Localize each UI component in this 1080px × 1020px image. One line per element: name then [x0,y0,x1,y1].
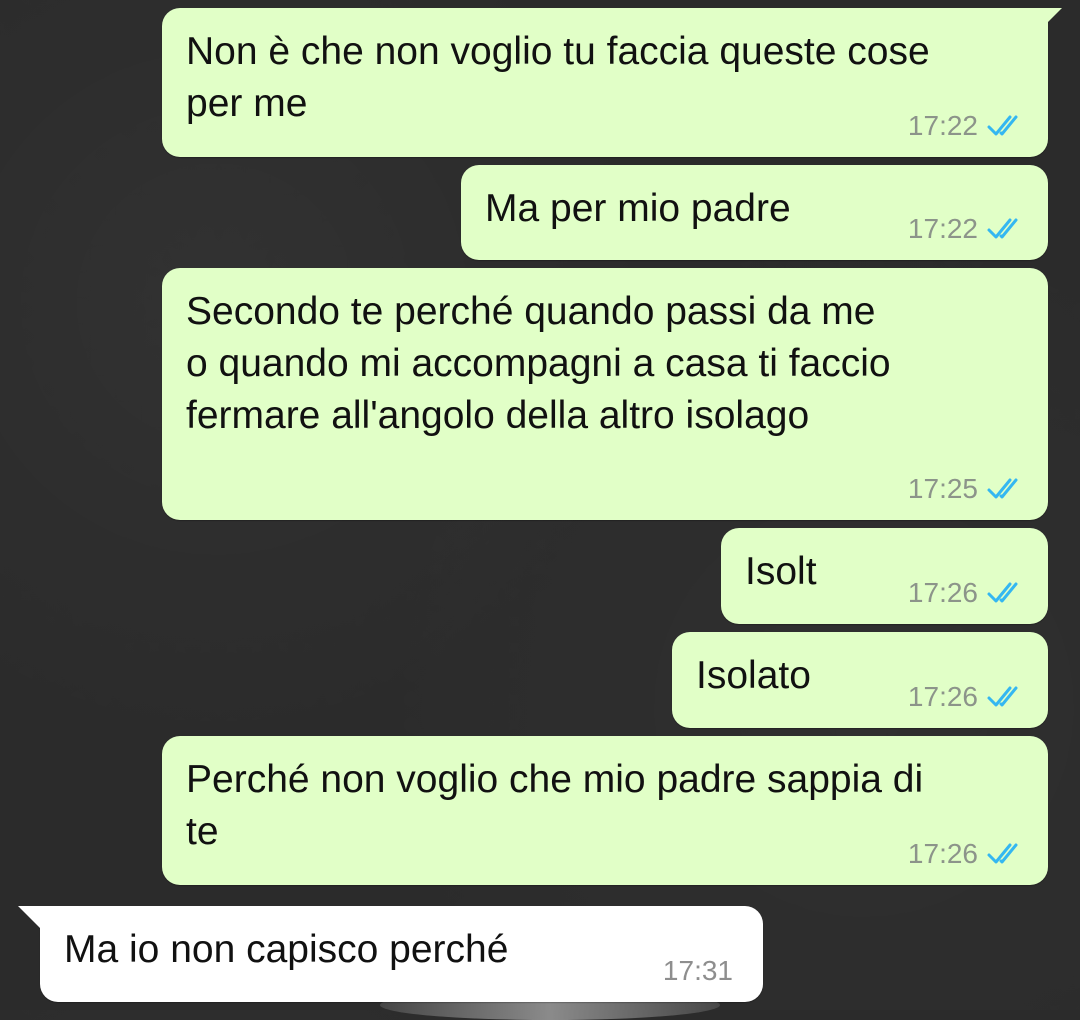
message-meta: 17:25 [908,474,1026,504]
message-timestamp: 17:31 [662,955,733,986]
message-timestamp: 17:25 [907,473,978,504]
message-timestamp: 17:22 [907,213,978,244]
message-text: Non è che non voglio tu faccia queste co… [186,30,930,125]
double-check-icon [987,843,1018,864]
message-bubble-outgoing[interactable]: Secondo te perché quando passi da me o q… [162,268,1048,520]
message-text: Perché non voglio che mio padre sappia d… [186,758,924,853]
double-check-icon [987,686,1018,707]
message-text: Secondo te perché quando passi da me o q… [186,290,891,437]
message-meta: 17:26 [908,682,1026,712]
message-text: Ma io non capisco perché [64,928,509,971]
message-bubble-outgoing[interactable]: Perché non voglio che mio padre sappia d… [162,736,1048,885]
message-bubble-outgoing[interactable]: Isolato 17:26 [672,632,1048,728]
bubble-tail [1040,8,1062,30]
message-text: Ma per mio padre [485,187,791,230]
message-meta: 17:26 [908,578,1026,608]
message-bubble-incoming[interactable]: Ma io non capisco perché 17:31 [18,906,763,1002]
bubble-tail [18,906,42,930]
message-meta: 17:26 [908,839,1026,869]
message-text: Isolato [696,654,811,697]
message-bubble-outgoing[interactable]: Isolt 17:26 [721,528,1048,624]
message-timestamp: 17:22 [907,110,978,141]
message-text: Isolt [745,550,817,593]
message-timestamp: 17:26 [907,838,978,869]
message-meta: 17:22 [908,214,1026,244]
double-check-icon [987,478,1018,499]
message-meta: 17:31 [663,956,733,986]
message-bubble-outgoing[interactable]: Ma per mio padre 17:22 [461,165,1048,260]
double-check-icon [987,218,1018,239]
double-check-icon [987,115,1018,136]
message-bubble-outgoing[interactable]: Non è che non voglio tu faccia queste co… [162,8,1062,157]
message-timestamp: 17:26 [907,681,978,712]
double-check-icon [987,582,1018,603]
message-meta: 17:22 [908,111,1026,141]
message-timestamp: 17:26 [907,577,978,608]
